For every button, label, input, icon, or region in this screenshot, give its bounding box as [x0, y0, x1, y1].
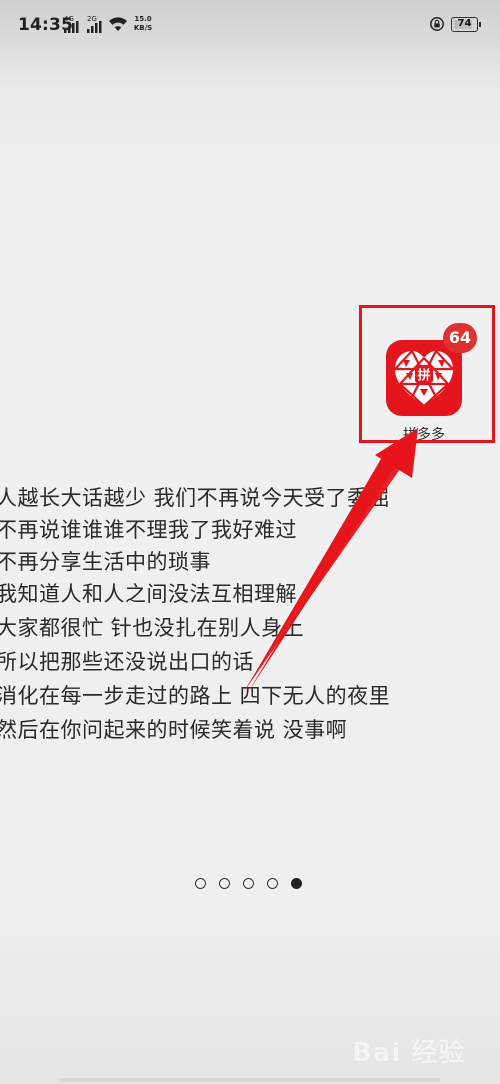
battery-icon: 74	[451, 17, 481, 32]
net-speed: 15.0 KB/S	[131, 15, 155, 33]
lyric-line: 所以把那些还没说出口的话	[0, 650, 254, 674]
lyric-line: 人越长大话越少 我们不再说今天受了委屈	[0, 486, 391, 510]
lyric-line: 不再说谁谁谁不理我了我好难过	[0, 518, 297, 542]
watermark-text: Bai 经验	[352, 1038, 466, 1068]
watermark: Bai 经验	[352, 1028, 492, 1072]
page-dot-2[interactable]	[219, 878, 230, 889]
page-dot-1[interactable]	[195, 878, 206, 889]
app-label: 拼多多	[403, 427, 445, 443]
battery-level: 74	[457, 18, 472, 29]
page-dot-5-active[interactable]	[291, 878, 302, 889]
net-speed-value: 15.0	[134, 15, 152, 23]
lyric-line: 大家都很忙 针也没扎在别人身上	[0, 616, 305, 640]
wifi-icon	[109, 17, 127, 31]
lyric-line: 然后在你问起来的时候笑着说 没事啊	[0, 718, 348, 742]
app-shortcut-pinduoduo[interactable]: 拼 拼多多	[384, 340, 464, 443]
signal-icon: 4G	[64, 15, 80, 33]
navigation-bar	[60, 1078, 440, 1082]
net-speed-unit: KB/S	[133, 24, 153, 32]
page-indicator	[193, 878, 313, 894]
status-bar: 14:35 4G 2G 15.0 KB/S 74	[0, 0, 500, 52]
notification-badge: 64	[443, 323, 477, 353]
signal2-icon: 2G	[87, 15, 103, 33]
svg-text:拼: 拼	[417, 368, 430, 384]
page-dot-3[interactable]	[243, 878, 254, 889]
page-dot-4[interactable]	[267, 878, 278, 889]
lyric-line: 我知道人和人之间没法互相理解	[0, 582, 297, 606]
lyric-line: 消化在每一步走过的路上 四下无人的夜里	[0, 684, 391, 708]
rotation-lock-icon	[430, 17, 444, 31]
lyric-line: 不再分享生活中的琐事	[0, 550, 211, 574]
